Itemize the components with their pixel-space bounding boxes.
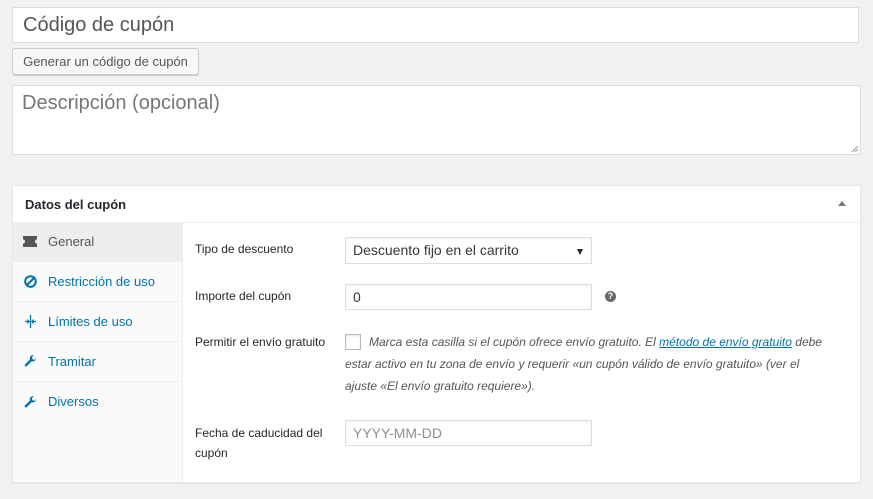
expiry-date-input[interactable]: YYYY-MM-DD: [345, 420, 592, 446]
tab-tramitar-label: Tramitar: [48, 353, 96, 369]
discount-type-select[interactable]: Descuento fijo en el carrito: [345, 237, 592, 264]
coupon-amount-label: Importe del cupón: [195, 289, 292, 303]
coupon-description-textarea[interactable]: Descripción (opcional): [12, 85, 861, 155]
coupon-data-panel: Datos del cupón General Restricción de u…: [12, 185, 861, 483]
collapse-toggle-icon[interactable]: [838, 201, 846, 206]
tab-tramitar[interactable]: Tramitar: [13, 342, 182, 382]
tab-diversos[interactable]: Diversos: [13, 382, 182, 422]
chevron-down-icon: [577, 249, 583, 255]
tab-usage-limits[interactable]: Límites de uso: [13, 302, 182, 342]
expiry-date-label-line1: Fecha de caducidad del: [195, 426, 323, 440]
coupon-code-input[interactable]: Código de cupón: [12, 7, 859, 43]
wrench-icon: [23, 395, 37, 409]
tab-usage-restriction-label: Restricción de uso: [48, 273, 155, 289]
discount-type-value: Descuento fijo en el carrito: [353, 242, 519, 258]
free-shipping-label: Permitir el envío gratuito: [195, 335, 326, 349]
coupon-tabs: General Restricción de uso Límites de us…: [13, 222, 183, 482]
wrench-icon: [23, 355, 37, 369]
help-icon[interactable]: ?: [605, 291, 616, 302]
expiry-date-label: Fecha de caducidad del cupón: [195, 423, 322, 463]
ticket-icon: [23, 235, 37, 249]
tab-usage-limits-label: Límites de uso: [48, 313, 133, 329]
free-shipping-description: Marca esta casilla si el cupón ofrece en…: [345, 331, 825, 397]
coupon-amount-input[interactable]: 0: [345, 284, 592, 310]
resize-handle-icon[interactable]: [851, 145, 859, 153]
description-placeholder: Descripción (opcional): [22, 92, 220, 114]
free-shipping-method-link[interactable]: método de envío gratuito: [659, 335, 792, 349]
tab-general-label: General: [48, 233, 95, 249]
forbidden-icon: [23, 275, 37, 289]
tab-general[interactable]: General: [13, 222, 182, 262]
free-shipping-desc-part1: Marca esta casilla si el cupón ofrece en…: [369, 335, 660, 349]
generate-coupon-code-button[interactable]: Generar un código de cupón: [12, 48, 199, 75]
discount-type-label: Tipo de descuento: [195, 242, 294, 256]
limits-icon: [23, 315, 37, 329]
tab-diversos-label: Diversos: [48, 394, 99, 409]
expiry-date-label-line2: cupón: [195, 446, 228, 460]
tab-usage-restriction[interactable]: Restricción de uso: [13, 262, 182, 302]
panel-header: Datos del cupón: [13, 186, 860, 223]
panel-title: Datos del cupón: [25, 197, 127, 212]
